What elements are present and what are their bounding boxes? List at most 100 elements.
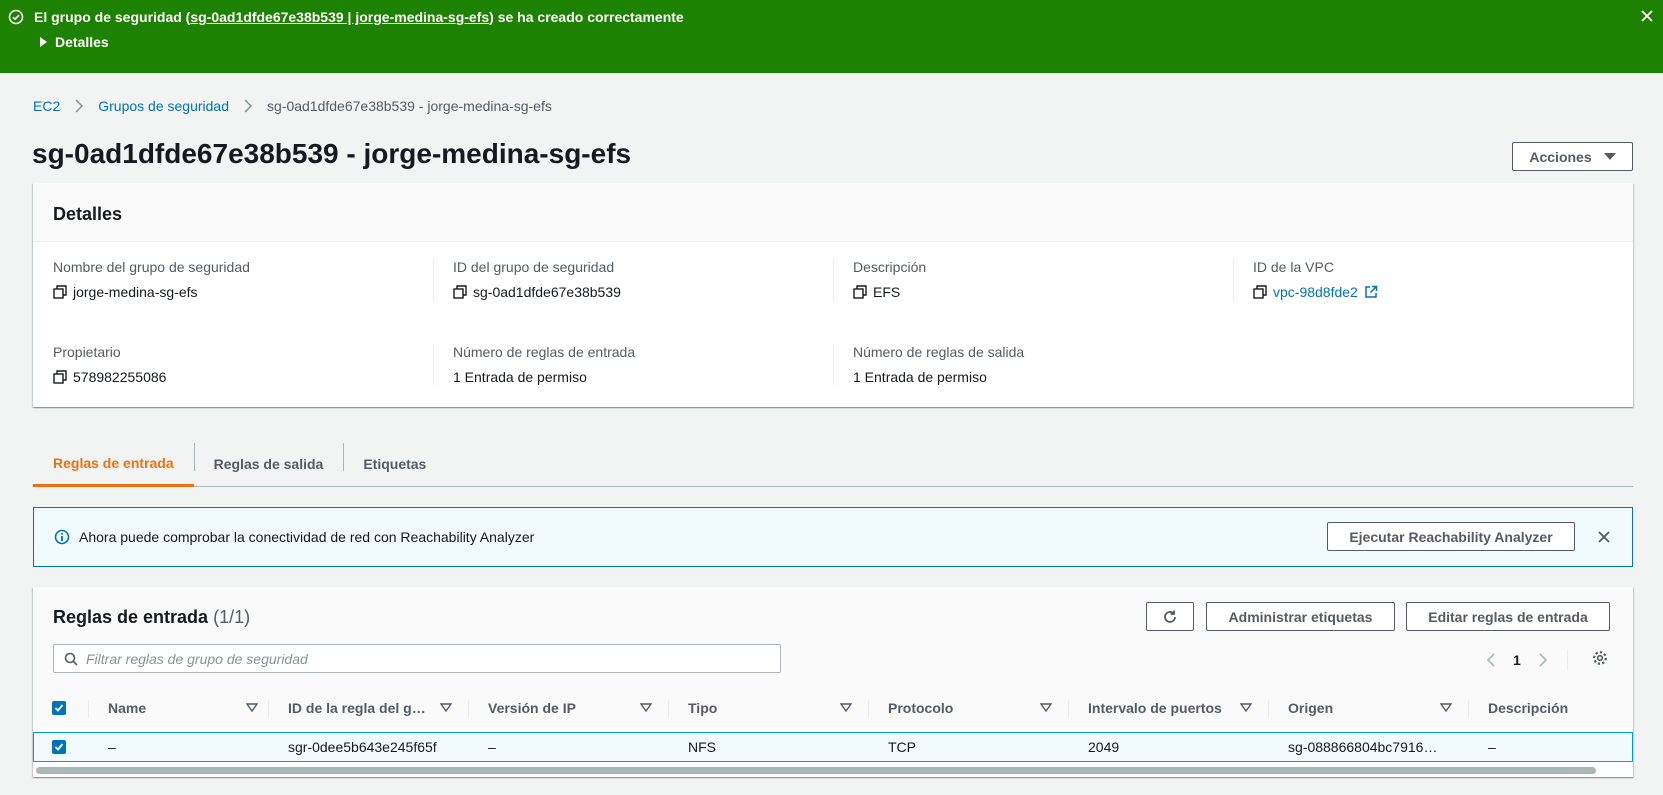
flash-sg-link[interactable]: sg-0ad1dfde67e38b539 | jorge-medina-sg-e… — [190, 9, 489, 25]
field-label: Propietario — [53, 344, 121, 360]
flash-details-label: Detalles — [55, 34, 109, 50]
column-label: Versión de IP — [488, 700, 576, 716]
divider — [433, 259, 434, 301]
flash-prefix: El grupo de seguridad ( — [34, 9, 191, 25]
column-divider — [1468, 700, 1469, 718]
column-header-protocol[interactable]: Protocolo — [888, 689, 1068, 727]
flash-details-toggle[interactable]: Detalles — [40, 34, 109, 50]
filter-input[interactable] — [86, 650, 736, 667]
vpc-link[interactable]: vpc-98d8fde2 — [1273, 284, 1358, 300]
column-divider — [468, 700, 469, 718]
row-checkbox[interactable] — [52, 740, 66, 754]
search-icon — [64, 652, 78, 666]
horizontal-scrollbar[interactable] — [36, 767, 1596, 774]
actions-label: Acciones — [1529, 148, 1592, 165]
page-number[interactable]: 1 — [1513, 652, 1521, 668]
check-circle-icon — [8, 9, 24, 25]
copy-icon[interactable] — [1253, 285, 1267, 299]
inbound-rules-table: Reglas de entrada (1/1) Administrar etiq… — [33, 587, 1633, 777]
info-icon — [54, 529, 70, 545]
copy-icon[interactable] — [53, 370, 67, 384]
page-title: sg-0ad1dfde67e38b539 - jorge-medina-sg-e… — [32, 138, 632, 169]
chevron-right-icon — [243, 99, 253, 113]
external-link-icon[interactable] — [1364, 285, 1378, 299]
tab-tags[interactable]: Etiquetas — [343, 441, 446, 487]
sort-icon[interactable] — [246, 703, 258, 713]
field-description: Descripción EFS — [853, 259, 926, 300]
table-head: Name ID de la regla del g… Versión de IP… — [33, 689, 1633, 727]
column-divider — [868, 700, 869, 718]
divider — [833, 344, 834, 386]
breadcrumb-ec2[interactable]: EC2 — [33, 98, 60, 114]
column-divider — [668, 700, 669, 718]
tab-outbound-rules[interactable]: Reglas de salida — [193, 441, 344, 487]
close-icon[interactable] — [1596, 529, 1612, 545]
column-header-port-range[interactable]: Intervalo de puertos — [1088, 689, 1268, 727]
sort-icon[interactable] — [840, 703, 852, 713]
sort-icon[interactable] — [640, 703, 652, 713]
edit-inbound-rules-button[interactable]: Editar reglas de entrada — [1406, 602, 1610, 631]
cell-ip-version: – — [488, 739, 496, 755]
column-divider — [268, 700, 269, 718]
column-header-type[interactable]: Tipo — [688, 689, 868, 727]
field-label: Descripción — [853, 259, 927, 275]
divider — [1566, 649, 1568, 671]
tab-inbound-rules[interactable]: Reglas de entrada — [33, 441, 194, 487]
field-value: jorge-medina-sg-efs — [73, 284, 198, 300]
chevron-left-icon[interactable] — [1485, 653, 1499, 667]
breadcrumb-security-groups[interactable]: Grupos de seguridad — [98, 98, 229, 114]
row-checkbox-cell — [52, 733, 66, 761]
copy-icon[interactable] — [853, 285, 867, 299]
copy-icon[interactable] — [53, 285, 67, 299]
cell-name: – — [108, 739, 116, 755]
column-label: Protocolo — [888, 700, 954, 716]
manage-tags-button[interactable]: Administrar etiquetas — [1206, 602, 1395, 631]
tab-bar: Reglas de entrada Reglas de salida Etiqu… — [33, 441, 1633, 487]
field-outbound-count: Número de reglas de salida 1 Entrada de … — [853, 344, 1024, 385]
copy-icon[interactable] — [453, 285, 467, 299]
filter-field[interactable] — [53, 644, 781, 673]
chevron-right-icon[interactable] — [1535, 653, 1549, 667]
column-header-source[interactable]: Origen — [1288, 689, 1468, 727]
field-label: Número de reglas de entrada — [453, 344, 636, 360]
chevron-right-icon — [74, 99, 84, 113]
column-label: ID de la regla del g… — [288, 700, 426, 716]
field-inbound-count: Número de reglas de entrada 1 Entrada de… — [453, 344, 635, 385]
flash-suffix: ) se ha creado correctamente — [489, 9, 684, 25]
field-label: ID de la VPC — [1253, 259, 1334, 275]
select-all-checkbox[interactable] — [52, 701, 66, 715]
select-all-checkbox-cell — [52, 689, 66, 727]
cell-description: – — [1488, 739, 1496, 755]
sort-icon[interactable] — [1040, 703, 1052, 713]
refresh-button[interactable] — [1146, 602, 1194, 631]
field-sg-id: ID del grupo de seguridad sg-0ad1dfde67e… — [453, 259, 621, 300]
details-panel: Detalles Nombre del grupo de seguridad j… — [33, 183, 1633, 407]
field-label: Número de reglas de salida — [853, 344, 1025, 360]
breadcrumb-current: sg-0ad1dfde67e38b539 - jorge-medina-sg-e… — [267, 98, 552, 114]
close-icon[interactable] — [1639, 8, 1655, 24]
sort-icon[interactable] — [440, 703, 452, 713]
table-row[interactable]: – sgr-0dee5b643e245f65f – NFS TCP 2049 s… — [33, 732, 1633, 762]
column-header-ip-version[interactable]: Versión de IP — [488, 689, 668, 727]
column-header-name[interactable]: Name — [108, 689, 268, 727]
field-value: sg-0ad1dfde67e38b539 — [473, 284, 621, 300]
refresh-icon — [1164, 610, 1176, 623]
breadcrumb: EC2 Grupos de seguridad sg-0ad1dfde67e38… — [33, 98, 552, 114]
actions-dropdown-button[interactable]: Acciones — [1512, 142, 1633, 171]
sort-icon[interactable] — [1240, 703, 1252, 713]
column-divider — [88, 700, 89, 718]
column-label: Tipo — [688, 700, 718, 716]
column-header-description[interactable]: Descripción — [1488, 689, 1628, 727]
field-label: ID del grupo de seguridad — [453, 259, 615, 275]
run-reachability-analyzer-button[interactable]: Ejecutar Reachability Analyzer — [1327, 522, 1575, 551]
field-vpc-id: ID de la VPC vpc-98d8fde2 — [1253, 259, 1378, 300]
field-label: Nombre del grupo de seguridad — [53, 259, 250, 275]
divider — [833, 259, 834, 301]
column-divider — [1068, 700, 1069, 718]
gear-icon[interactable] — [1592, 650, 1608, 666]
cell-type: NFS — [688, 739, 716, 755]
sort-icon[interactable] — [1440, 703, 1452, 713]
field-value: EFS — [873, 284, 901, 300]
column-label: Intervalo de puertos — [1088, 700, 1222, 716]
column-header-rule-id[interactable]: ID de la regla del g… — [288, 689, 468, 727]
